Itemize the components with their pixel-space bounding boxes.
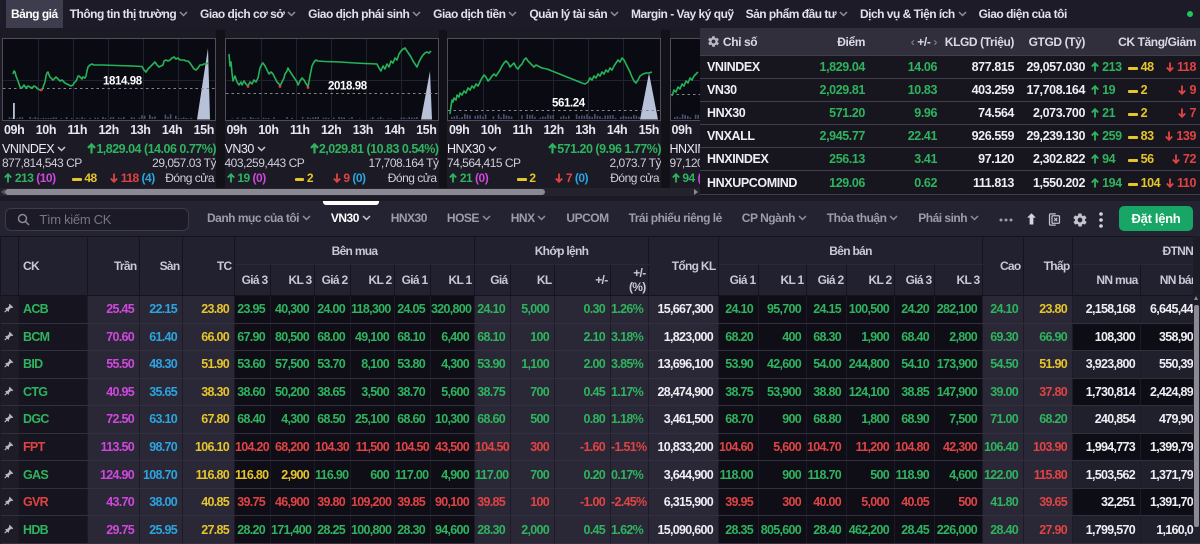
svg-text:2018.98: 2018.98 (328, 81, 368, 93)
svg-text:561.24: 561.24 (552, 98, 586, 110)
svg-text:1814.98: 1814.98 (103, 76, 143, 88)
